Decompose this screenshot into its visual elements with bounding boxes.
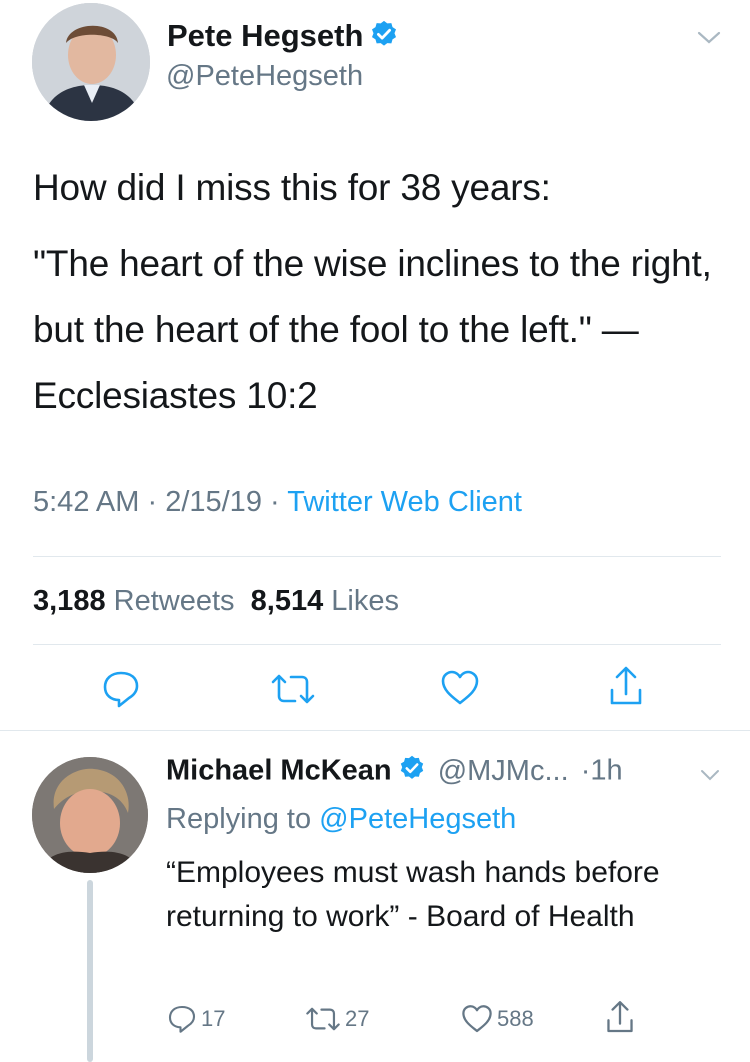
reply-share-button[interactable] xyxy=(606,1000,634,1034)
replying-to-mention[interactable]: @PeteHegseth xyxy=(319,803,516,835)
retweets-count[interactable]: 3,188 xyxy=(33,585,106,617)
reply-retweets-count: 27 xyxy=(345,1006,370,1031)
tweet-text-line: How did I miss this for 38 years: xyxy=(33,167,551,208)
author-handle[interactable]: @PeteHegseth xyxy=(166,60,363,93)
share-button[interactable] xyxy=(609,666,643,706)
reply-button[interactable] xyxy=(101,670,141,708)
tweet-metadata: 5:42 AM · 2/15/19 · Twitter Web Client xyxy=(33,486,522,519)
reply-replies-count: 17 xyxy=(201,1006,226,1031)
like-button[interactable] xyxy=(440,670,480,706)
tweet-source-link[interactable]: Twitter Web Client xyxy=(287,486,522,518)
reply-likes-count: 588 xyxy=(497,1006,534,1031)
reply-avatar[interactable] xyxy=(32,757,148,873)
likes-label[interactable]: Likes xyxy=(331,585,399,617)
separator: · xyxy=(147,486,166,518)
avatar[interactable] xyxy=(32,3,150,121)
retweet-button[interactable] xyxy=(270,674,316,704)
share-icon xyxy=(607,1001,633,1033)
reply-avatar-image xyxy=(32,757,148,873)
separator: · xyxy=(270,486,288,518)
likes-count[interactable]: 8,514 xyxy=(251,585,324,617)
reply-icon xyxy=(103,671,139,708)
main-tweet: Pete Hegseth @PeteHegseth How did I miss… xyxy=(0,0,750,730)
replying-to: Replying to @PeteHegseth xyxy=(166,803,516,836)
like-icon xyxy=(462,1005,492,1033)
chevron-down-icon[interactable] xyxy=(697,30,721,51)
engagement-stats: 3,188 Retweets 8,514 Likes xyxy=(33,585,399,618)
reply-header: Michael McKean @MJMc... ·1h xyxy=(166,754,623,790)
tweet-time: 5:42 AM xyxy=(33,486,140,518)
reply-like-button[interactable]: 588 xyxy=(461,1004,534,1034)
share-icon xyxy=(610,666,642,705)
retweet-icon xyxy=(306,1007,340,1031)
reply-age: 1h xyxy=(590,754,623,787)
reply-author-name[interactable]: Michael McKean xyxy=(166,755,392,787)
retweet-icon xyxy=(271,674,315,704)
verified-badge-icon xyxy=(369,19,399,57)
tweet-text: How did I miss this for 38 years: "The h… xyxy=(33,165,733,429)
divider xyxy=(33,644,721,645)
verified-badge-icon xyxy=(398,754,426,790)
reply-author-handle[interactable]: @MJMc... xyxy=(438,755,569,787)
tweet-date: 2/15/19 xyxy=(165,486,262,518)
separator: · xyxy=(580,754,591,787)
retweets-label[interactable]: Retweets xyxy=(114,585,235,617)
tweet-text-quote: "The heart of the wise inclines to the r… xyxy=(33,243,712,416)
thread-line xyxy=(87,880,93,1062)
divider xyxy=(0,730,750,731)
author-name[interactable]: Pete Hegseth xyxy=(167,18,399,57)
author-name-text: Pete Hegseth xyxy=(167,18,364,53)
reply-text: “Employees must wash hands before return… xyxy=(166,856,660,933)
divider xyxy=(33,556,721,557)
chevron-down-icon[interactable] xyxy=(700,768,720,787)
like-icon xyxy=(441,670,479,705)
replying-prefix: Replying to xyxy=(166,803,312,835)
reply-retweet-button[interactable]: 27 xyxy=(305,1006,369,1032)
reply-icon xyxy=(168,1005,196,1033)
avatar-image xyxy=(32,3,150,121)
reply-reply-button[interactable]: 17 xyxy=(167,1004,225,1034)
